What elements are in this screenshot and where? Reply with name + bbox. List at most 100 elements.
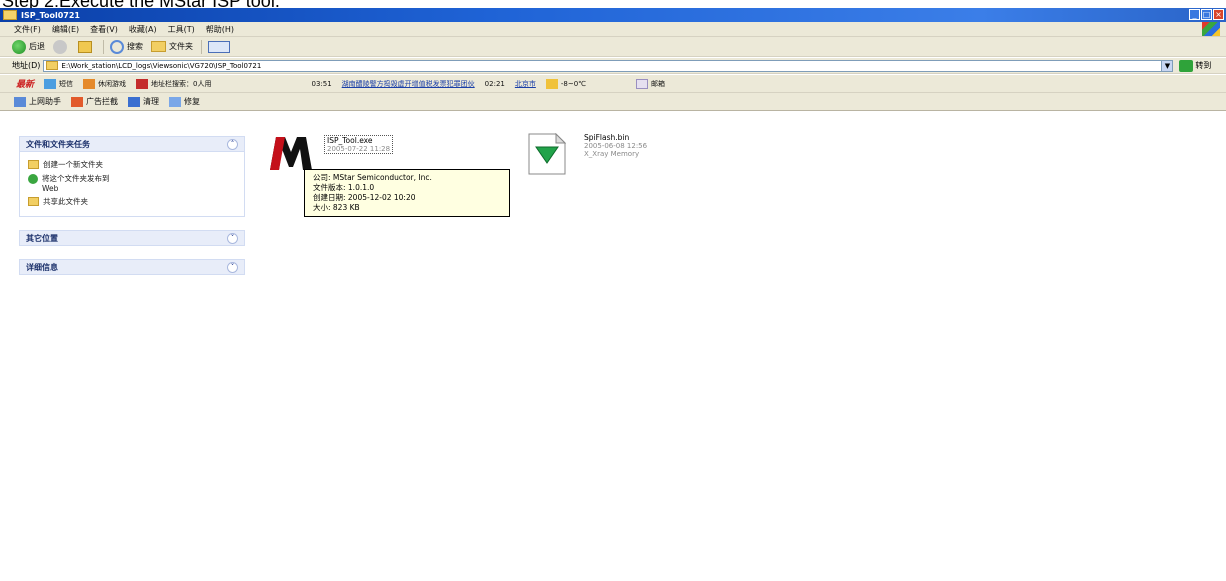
repair-button[interactable]: 修复 bbox=[169, 96, 200, 107]
other-places-header[interactable]: 其它位置 ˅ bbox=[19, 230, 245, 246]
address-input[interactable]: E:\Work_station\LCD_logs\Viewsonic\VG720… bbox=[43, 59, 1174, 72]
address-label: 地址(D) bbox=[12, 61, 41, 70]
weather-city-link[interactable]: 北京市 bbox=[515, 79, 536, 89]
link-latest[interactable]: 最新 bbox=[16, 77, 34, 90]
link-address-search[interactable]: 地址栏搜索：0人用 bbox=[136, 78, 212, 89]
link-games[interactable]: 休闲游戏 bbox=[83, 78, 127, 89]
address-value: E:\Work_station\LCD_logs\Viewsonic\VG720… bbox=[61, 61, 262, 70]
links-toolbar: 最新 短信 休闲游戏 地址栏搜索：0人用 03:51 湖南醴陵警方捣毁虚开增值税… bbox=[0, 75, 1226, 93]
weather-temp: -8~0℃ bbox=[545, 78, 587, 89]
close-button[interactable]: × bbox=[1213, 9, 1224, 20]
task-publish-web-label: 将这个文件夹发布到 Web bbox=[42, 174, 110, 193]
expand-icon[interactable]: ˅ bbox=[227, 232, 238, 244]
task-new-folder-label: 创建一个新文件夹 bbox=[43, 160, 103, 169]
file-spiflash-bin[interactable]: SpiFlash.bin 2005-06-08 12:56 X_Xray Mem… bbox=[528, 133, 647, 175]
address-search-icon bbox=[136, 78, 149, 89]
globe-icon bbox=[28, 174, 38, 184]
details-title: 详细信息 bbox=[26, 262, 58, 272]
repair-label: 修复 bbox=[184, 97, 200, 106]
back-label: 后退 bbox=[29, 42, 45, 51]
window-title: ISP_Tool0721 bbox=[21, 10, 80, 20]
ad-block-label: 广告拦截 bbox=[86, 97, 118, 106]
search-icon bbox=[110, 39, 124, 54]
folders-icon bbox=[151, 41, 166, 52]
file-isp-tool-exe[interactable]: ISP_Tool.exe 2005-07-22 11:28 bbox=[268, 135, 394, 171]
repair-icon bbox=[169, 96, 181, 107]
task-new-folder[interactable]: 创建一个新文件夹 bbox=[28, 159, 238, 170]
up-folder-icon bbox=[78, 40, 92, 53]
link-sms[interactable]: 短信 bbox=[44, 78, 74, 89]
ad-block-icon bbox=[71, 96, 83, 107]
news-time-2: 02:21 bbox=[484, 79, 505, 88]
tooltip-version: 文件版本: 1.0.1.0 bbox=[313, 183, 375, 192]
file-type: X_Xray Memory bbox=[584, 150, 640, 158]
mail-icon bbox=[636, 78, 649, 89]
file-name: ISP_Tool.exe bbox=[327, 136, 373, 145]
other-places-title: 其它位置 bbox=[26, 233, 58, 243]
forward-icon bbox=[53, 39, 67, 54]
link-address-search-label: 地址栏搜索：0人用 bbox=[151, 79, 212, 88]
folder-view: 文件和文件夹任务 ˄ 创建一个新文件夹 将这个文件夹发布到 Web 共享此文件夹… bbox=[0, 112, 1226, 581]
task-pane: 文件和文件夹任务 ˄ 创建一个新文件夹 将这个文件夹发布到 Web 共享此文件夹… bbox=[19, 136, 245, 275]
menu-help[interactable]: 帮助(H) bbox=[206, 24, 234, 35]
helper-toolbar: 上网助手 广告拦截 清理 修复 bbox=[0, 93, 1226, 111]
file-info-tooltip: 公司: MStar Semiconductor, Inc. 文件版本: 1.0.… bbox=[304, 169, 510, 217]
helper-button[interactable]: 上网助手 bbox=[14, 96, 61, 107]
up-button[interactable] bbox=[78, 40, 95, 53]
file-meta: SpiFlash.bin 2005-06-08 12:56 X_Xray Mem… bbox=[584, 133, 647, 158]
task-publish-web[interactable]: 将这个文件夹发布到 Web bbox=[28, 173, 238, 193]
link-sms-label: 短信 bbox=[59, 79, 74, 88]
file-label-box: ISP_Tool.exe 2005-07-22 11:28 bbox=[324, 135, 394, 154]
news-link-1[interactable]: 湖南醴陵警方捣毁虚开增值税发票犯罪团伙 bbox=[342, 79, 475, 89]
search-button[interactable]: 搜索 bbox=[110, 39, 143, 54]
search-label: 搜索 bbox=[127, 42, 143, 51]
ad-block-button[interactable]: 广告拦截 bbox=[71, 96, 118, 107]
share-folder-icon bbox=[28, 197, 39, 206]
chevron-down-icon[interactable]: ▼ bbox=[1161, 60, 1173, 71]
mstar-exe-icon bbox=[270, 137, 312, 170]
broom-icon bbox=[128, 96, 140, 107]
task-share-folder-label: 共享此文件夹 bbox=[43, 197, 88, 206]
task-share-folder[interactable]: 共享此文件夹 bbox=[28, 196, 238, 207]
tasks-panel-title: 文件和文件夹任务 bbox=[26, 139, 90, 149]
tooltip-size: 大小: 823 KB bbox=[313, 203, 360, 212]
helper-label: 上网助手 bbox=[29, 97, 61, 106]
menu-bar: 文件(F) 编辑(E) 查看(V) 收藏(A) 工具(T) 帮助(H) bbox=[0, 22, 1226, 37]
clean-button[interactable]: 清理 bbox=[128, 96, 159, 107]
views-button[interactable] bbox=[208, 40, 230, 53]
folder-icon bbox=[46, 61, 59, 70]
minimize-button[interactable]: _ bbox=[1189, 9, 1200, 20]
menu-view[interactable]: 查看(V) bbox=[90, 24, 118, 35]
forward-button[interactable] bbox=[53, 39, 70, 54]
news-time-1: 03:51 bbox=[311, 79, 332, 88]
folders-button[interactable]: 文件夹 bbox=[151, 41, 193, 52]
tasks-panel-body: 创建一个新文件夹 将这个文件夹发布到 Web 共享此文件夹 bbox=[19, 152, 245, 217]
tasks-panel-header[interactable]: 文件和文件夹任务 ˄ bbox=[19, 136, 245, 152]
address-bar: 地址(D) E:\Work_station\LCD_logs\Viewsonic… bbox=[0, 58, 1226, 74]
file-name: SpiFlash.bin bbox=[584, 133, 630, 142]
sms-icon bbox=[44, 78, 57, 89]
folders-label: 文件夹 bbox=[169, 42, 193, 51]
go-label: 转到 bbox=[1195, 61, 1212, 70]
tooltip-created: 创建日期: 2005-12-02 10:20 bbox=[313, 193, 416, 202]
link-mail[interactable]: 邮箱 bbox=[636, 78, 665, 89]
back-button[interactable]: 后退 bbox=[12, 39, 45, 54]
weather-temp-label: -8~0℃ bbox=[560, 79, 587, 88]
menu-tools[interactable]: 工具(T) bbox=[168, 24, 195, 35]
clean-label: 清理 bbox=[143, 97, 159, 106]
details-header[interactable]: 详细信息 ˅ bbox=[19, 259, 245, 275]
collapse-icon[interactable]: ˄ bbox=[227, 138, 238, 150]
file-date: 2005-06-08 12:56 bbox=[584, 142, 648, 150]
menu-file[interactable]: 文件(F) bbox=[14, 24, 41, 35]
windows-logo-icon bbox=[1202, 22, 1220, 36]
maximize-button[interactable]: □ bbox=[1201, 9, 1212, 20]
views-icon bbox=[208, 40, 230, 53]
link-games-label: 休闲游戏 bbox=[98, 79, 127, 88]
go-button[interactable]: 转到 bbox=[1179, 59, 1212, 72]
toolbar-separator bbox=[103, 39, 104, 54]
new-folder-icon bbox=[28, 160, 39, 169]
menu-favorites[interactable]: 收藏(A) bbox=[129, 24, 157, 35]
menu-edit[interactable]: 编辑(E) bbox=[52, 24, 79, 35]
expand-icon[interactable]: ˅ bbox=[227, 261, 238, 273]
window-title-bar[interactable]: ISP_Tool0721 _ □ × bbox=[0, 8, 1226, 22]
